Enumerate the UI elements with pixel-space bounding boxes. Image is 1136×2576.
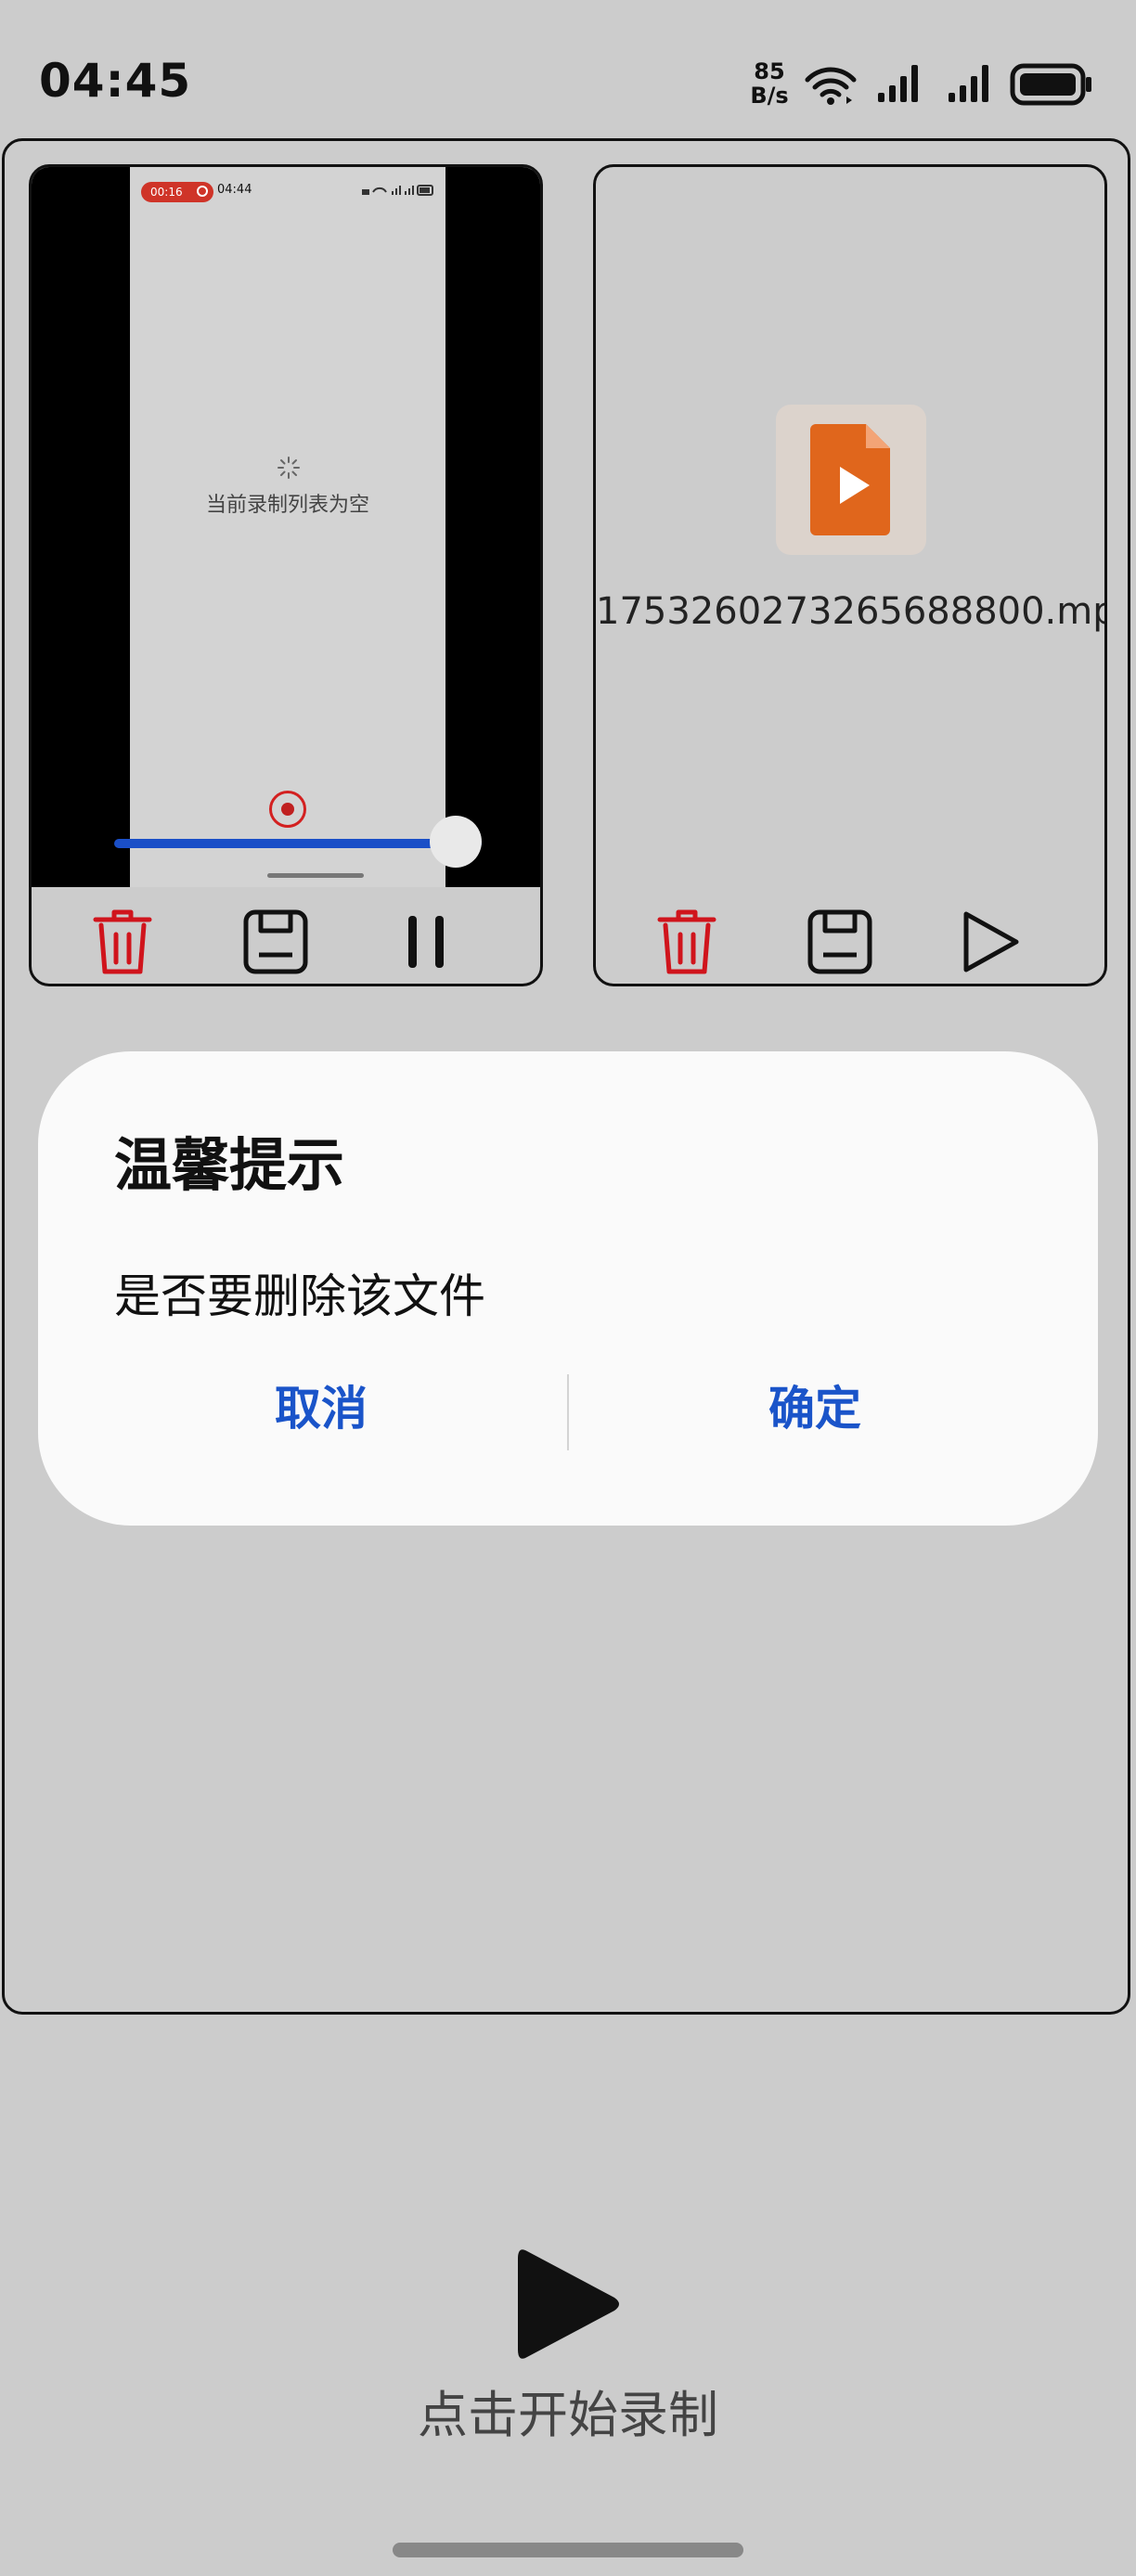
stop-icon <box>197 186 208 197</box>
delete-confirm-dialog: 温馨提示 是否要删除该文件 取消 确定 <box>38 1051 1098 1526</box>
recording-card[interactable]: 00:16 04:44 当前录制列表为空 <box>29 164 543 986</box>
recording-preview[interactable]: 00:16 04:44 当前录制列表为空 <box>32 167 540 887</box>
play-button[interactable] <box>949 900 1032 984</box>
signal-icon <box>878 65 918 102</box>
trash-icon <box>93 909 152 974</box>
mini-status-icons <box>362 185 433 196</box>
start-recording-label[interactable]: 点击开始录制 <box>0 2374 1136 2447</box>
mini-rec-time: 00:16 <box>150 186 183 199</box>
network-speed-unit: B/s <box>750 83 789 109</box>
network-speed-value: 85 <box>754 58 785 84</box>
empty-list-text: 当前录制列表为空 <box>205 494 369 517</box>
cancel-button[interactable]: 取消 <box>75 1367 567 1450</box>
save-icon <box>243 909 308 974</box>
battery-icon <box>1010 63 1091 106</box>
video-file-icon <box>810 424 890 535</box>
status-time: 04:45 <box>39 54 192 108</box>
save-button[interactable] <box>798 900 882 984</box>
save-button[interactable] <box>234 900 317 984</box>
delete-button[interactable] <box>81 900 164 984</box>
status-bar: 04:45 85 B/s <box>0 0 1136 158</box>
network-speed: 85 B/s <box>750 59 789 108</box>
dialog-title: 温馨提示 <box>114 1131 345 1199</box>
preview-screen: 00:16 04:44 当前录制列表为空 <box>130 167 445 887</box>
progress-bar[interactable] <box>114 839 482 848</box>
pause-icon <box>408 916 444 968</box>
start-recording-button[interactable] <box>514 2244 626 2364</box>
file-name: 1753260273265688800.mp4 <box>596 590 1107 633</box>
progress-handle[interactable] <box>430 816 482 868</box>
play-icon <box>963 911 1019 972</box>
file-thumbnail[interactable] <box>776 405 926 555</box>
file-card[interactable]: 1753260273265688800.mp4 <box>593 164 1107 986</box>
delete-button[interactable] <box>645 900 729 984</box>
loading-icon <box>278 457 300 479</box>
wifi-icon <box>805 67 857 105</box>
home-indicator[interactable] <box>393 2543 743 2557</box>
confirm-button[interactable]: 确定 <box>569 1367 1061 1450</box>
trash-icon <box>657 909 716 974</box>
mini-recording-badge: 00:16 <box>141 182 213 202</box>
mini-home-indicator <box>267 873 364 878</box>
dialog-message: 是否要删除该文件 <box>114 1269 485 1323</box>
signal-icon <box>949 65 988 102</box>
save-icon <box>807 909 872 974</box>
pause-button[interactable] <box>384 900 468 984</box>
record-icon <box>269 791 306 828</box>
mini-status-time: 04:44 <box>217 183 252 197</box>
